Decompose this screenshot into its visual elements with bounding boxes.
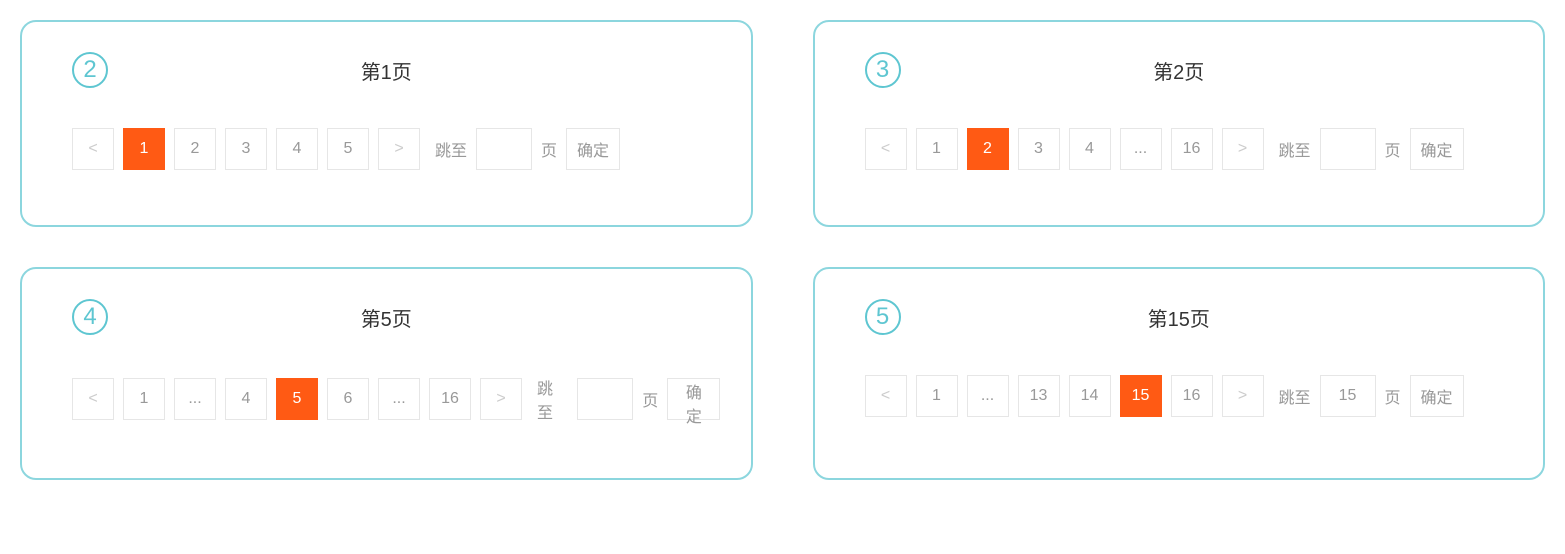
confirm-button[interactable]: 确定 — [667, 378, 720, 420]
page-button[interactable]: 1 — [916, 128, 958, 170]
page-button[interactable]: 4 — [276, 128, 318, 170]
next-page-button[interactable]: > — [1222, 375, 1264, 417]
prev-page-button[interactable]: < — [72, 128, 114, 170]
page-ellipsis: ... — [967, 375, 1009, 417]
jump-to-label: 跳至 — [435, 137, 467, 161]
page-button[interactable]: 6 — [327, 378, 369, 420]
panel-header: 5第15页 — [845, 299, 1514, 335]
jump-to-label: 跳至 — [1279, 137, 1311, 161]
next-page-button[interactable]: > — [378, 128, 420, 170]
page-button[interactable]: 2 — [967, 128, 1009, 170]
jump-to-label: 跳至 — [537, 375, 568, 423]
page-button[interactable]: 16 — [1171, 128, 1213, 170]
next-page-button[interactable]: > — [1222, 128, 1264, 170]
confirm-button[interactable]: 确定 — [1410, 375, 1464, 417]
confirm-button[interactable]: 确定 — [1410, 128, 1464, 170]
jump-to-label: 跳至 — [1279, 384, 1311, 408]
panel-header: 2第1页 — [52, 52, 721, 88]
jump-page-input[interactable] — [577, 378, 633, 420]
prev-page-button[interactable]: < — [865, 375, 907, 417]
page-suffix-label: 页 — [642, 387, 658, 411]
jump-page-input[interactable] — [476, 128, 532, 170]
jump-page-input[interactable] — [1320, 375, 1376, 417]
next-page-button[interactable]: > — [480, 378, 522, 420]
page-ellipsis: ... — [1120, 128, 1162, 170]
page-suffix-label: 页 — [541, 137, 557, 161]
panel-number-badge: 3 — [865, 52, 901, 88]
panel-header: 3第2页 — [845, 52, 1514, 88]
jump-page-input[interactable] — [1320, 128, 1376, 170]
pagination-panel: 3第2页<1234...16>跳至页确定 — [813, 20, 1546, 227]
page-ellipsis: ... — [174, 378, 216, 420]
page-button[interactable]: 2 — [174, 128, 216, 170]
page-button[interactable]: 5 — [327, 128, 369, 170]
panel-title: 第1页 — [108, 56, 665, 85]
panel-number-badge: 5 — [865, 299, 901, 335]
page-ellipsis: ... — [378, 378, 420, 420]
pagination-panel: 5第15页 <1...13141516> 跳至 页确定 — [813, 267, 1546, 480]
panel-header: 4第5页 — [52, 299, 721, 335]
page-button[interactable]: 16 — [429, 378, 471, 420]
prev-page-button[interactable]: < — [865, 128, 907, 170]
page-button[interactable]: 1 — [123, 378, 165, 420]
pagination: <1...456...16>跳至页确定 — [52, 375, 721, 423]
page-button[interactable]: 15 — [1120, 375, 1162, 417]
page-button[interactable]: 1 — [916, 375, 958, 417]
pagination-panel: 4第5页<1...456...16>跳至页确定 — [20, 267, 753, 480]
pagination-panel: 2第1页<12345>跳至页确定 — [20, 20, 753, 227]
page-button[interactable]: 4 — [1069, 128, 1111, 170]
panel-number-badge: 4 — [72, 299, 108, 335]
page-suffix-label: 页 — [1385, 137, 1401, 161]
panel-title: 第2页 — [901, 56, 1458, 85]
panel-title: 第5页 — [108, 303, 665, 332]
panel-number-badge: 2 — [72, 52, 108, 88]
page-button[interactable]: 1 — [123, 128, 165, 170]
pagination: <1234...16> 跳至 页确定 — [845, 128, 1514, 170]
pagination: <1...13141516> 跳至 页确定 — [845, 375, 1514, 417]
page-button[interactable]: 16 — [1171, 375, 1213, 417]
page-button[interactable]: 3 — [1018, 128, 1060, 170]
confirm-button[interactable]: 确定 — [566, 128, 620, 170]
page-button[interactable]: 14 — [1069, 375, 1111, 417]
panel-title: 第15页 — [901, 303, 1458, 332]
page-button[interactable]: 5 — [276, 378, 318, 420]
prev-page-button[interactable]: < — [72, 378, 114, 420]
page-button[interactable]: 3 — [225, 128, 267, 170]
page-button[interactable]: 4 — [225, 378, 267, 420]
page-suffix-label: 页 — [1385, 384, 1401, 408]
pagination: <12345> 跳至 页确定 — [52, 128, 721, 170]
page-button[interactable]: 13 — [1018, 375, 1060, 417]
